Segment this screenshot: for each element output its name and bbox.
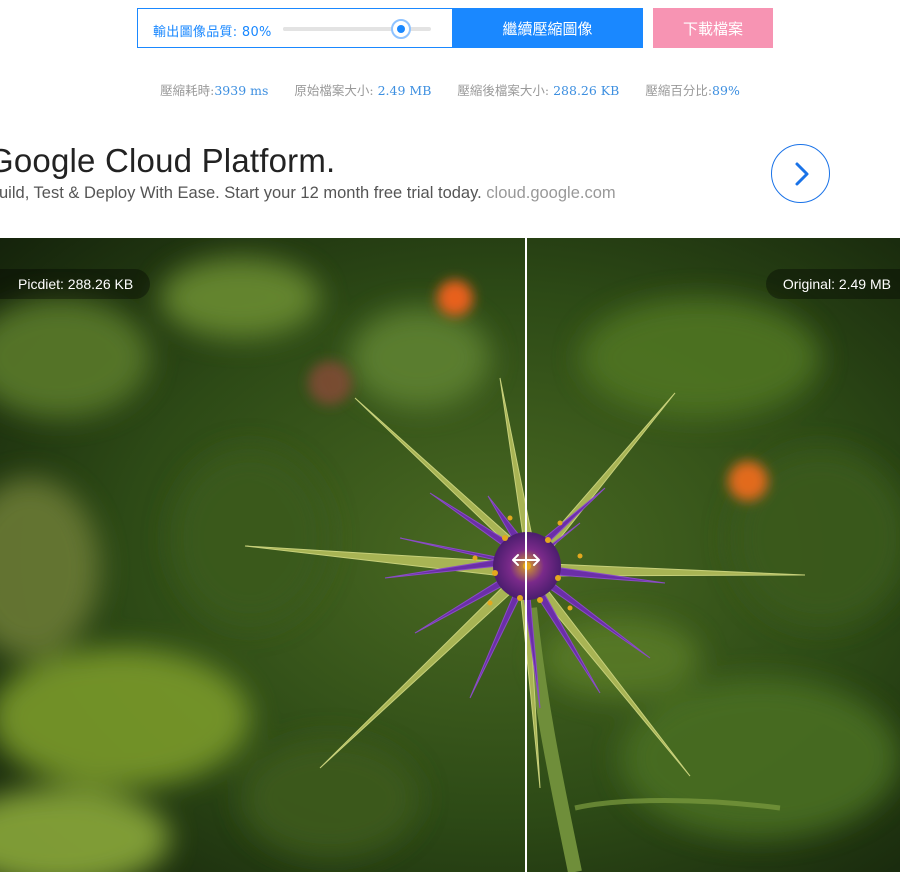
stat-percent-value: 89% xyxy=(712,83,740,98)
quality-slider-thumb[interactable] xyxy=(391,19,412,39)
compressed-size-label: Picdiet: 288.26 KB xyxy=(0,269,151,299)
flower-photo xyxy=(0,238,900,872)
ad-open-button[interactable] xyxy=(771,144,830,203)
quality-slider[interactable] xyxy=(283,19,431,39)
stat-compressed-size: 壓縮後檔案大小: 288.26 KB xyxy=(457,83,620,98)
ad-description: Build, Test & Deploy With Ease. Start yo… xyxy=(0,184,616,202)
stat-percent: 壓縮百分比:89% xyxy=(645,83,740,98)
original-size-label: Original: 2.49 MB xyxy=(765,269,900,299)
quality-selector[interactable]: 輸出圖像品質: 80% xyxy=(137,8,453,48)
ad-banner[interactable]: Google Cloud Platform. Build, Test & Dep… xyxy=(0,128,900,236)
stat-original-value: 2.49 MB xyxy=(377,83,432,98)
chevron-right-icon xyxy=(795,162,809,186)
quality-slider-fill xyxy=(283,27,402,31)
continue-compress-button[interactable]: 繼續壓縮圖像 xyxy=(452,8,643,48)
stat-original-size: 原始檔案大小: 2.49 MB xyxy=(294,83,432,98)
ad-domain[interactable]: cloud.google.com xyxy=(486,184,615,202)
compression-controls: 輸出圖像品質: 80% 繼續壓縮圖像 下載檔案 xyxy=(137,8,773,48)
image-comparison[interactable]: Picdiet: 288.26 KB Original: 2.49 MB xyxy=(0,238,900,872)
ad-title[interactable]: Google Cloud Platform. xyxy=(0,142,335,180)
stat-time: 壓縮耗時:3939 ms xyxy=(160,83,269,98)
download-button[interactable]: 下載檔案 xyxy=(653,8,773,48)
quality-label: 輸出圖像品質: 80% xyxy=(153,25,272,40)
resize-horizontal-icon[interactable] xyxy=(511,552,541,568)
compression-stats: 壓縮耗時:3939 ms 原始檔案大小: 2.49 MB 壓縮後檔案大小: 28… xyxy=(0,80,900,99)
stat-time-value: 3939 ms xyxy=(214,83,269,98)
stat-compressed-value: 288.26 KB xyxy=(553,83,620,98)
